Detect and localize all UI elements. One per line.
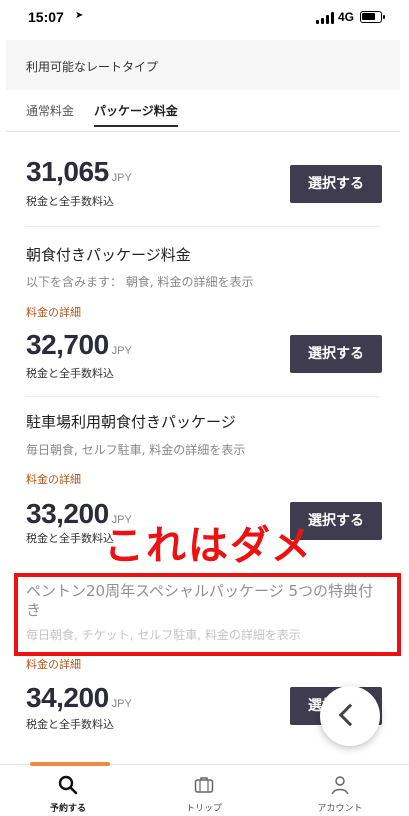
rate-type-title: 利用可能なレートタイプ <box>26 60 159 74</box>
highlight-box <box>14 573 401 656</box>
divider <box>26 396 380 397</box>
active-indicator <box>30 762 110 766</box>
location-arrow-icon: ➤ <box>75 10 84 21</box>
back-button[interactable] <box>320 686 380 746</box>
select-button[interactable]: 選択する <box>290 335 382 373</box>
nav-item-trips[interactable]: トリップ <box>136 765 272 816</box>
bottom-nav: 予約する トリップ アカウント <box>0 762 409 816</box>
rate-type-header: 利用可能なレートタイプ <box>6 40 400 90</box>
battery-icon <box>360 11 385 23</box>
tab-standard-rate[interactable]: 通常料金 <box>26 102 74 119</box>
rate-tabs: 通常料金 パッケージ料金 <box>6 90 400 132</box>
nav-item-account[interactable]: アカウント <box>272 765 408 816</box>
tab-package-rate[interactable]: パッケージ料金 <box>94 102 178 127</box>
network-type: 4G <box>338 10 355 24</box>
signal-icon <box>316 12 336 24</box>
status-bar: 15:07 ➤ 4G <box>0 0 409 38</box>
offer-price: 32,700 JPY <box>26 329 132 360</box>
chevron-left-icon <box>338 703 362 727</box>
rate-details-link[interactable]: 料金の詳細 <box>26 304 81 320</box>
tax-note: 税金と全手数料込 <box>26 195 114 208</box>
nav-label: 予約する <box>49 804 86 814</box>
tax-note: 税金と全手数料込 <box>26 532 114 545</box>
offers-list: 31,065 JPY 税金と全手数料込 選択する 朝食付きパッケージ料金 以下を含… <box>6 132 400 762</box>
rate-details-link[interactable]: 料金の詳細 <box>26 471 81 487</box>
nav-label: トリップ <box>185 804 222 814</box>
package-name: 駐車場利用朝食付きパッケージ <box>26 413 236 431</box>
divider <box>26 226 380 227</box>
offer-price: 34,200 JPY <box>26 682 132 713</box>
rate-details-link[interactable]: 料金の詳細 <box>26 656 81 672</box>
person-icon <box>331 776 349 795</box>
status-time: 15:07 <box>28 9 64 25</box>
tax-note: 税金と全手数料込 <box>26 367 114 380</box>
annotation-text: これはダメ <box>104 523 313 569</box>
nav-item-book[interactable]: 予約する <box>0 762 136 816</box>
nav-label: アカウント <box>317 804 363 814</box>
search-icon <box>58 775 78 795</box>
select-button[interactable]: 選択する <box>290 165 382 203</box>
package-name: 朝食付きパッケージ料金 <box>26 246 191 264</box>
package-includes[interactable]: 以下を含みます： 朝食, 料金の詳細を表示 <box>26 273 253 290</box>
package-includes[interactable]: 毎日朝食, セルフ駐車, 料金の詳細を表示 <box>26 441 245 458</box>
tax-note: 税金と全手数料込 <box>26 718 114 731</box>
suitcase-icon <box>194 777 214 793</box>
offer-price: 31,065 JPY <box>26 156 132 187</box>
